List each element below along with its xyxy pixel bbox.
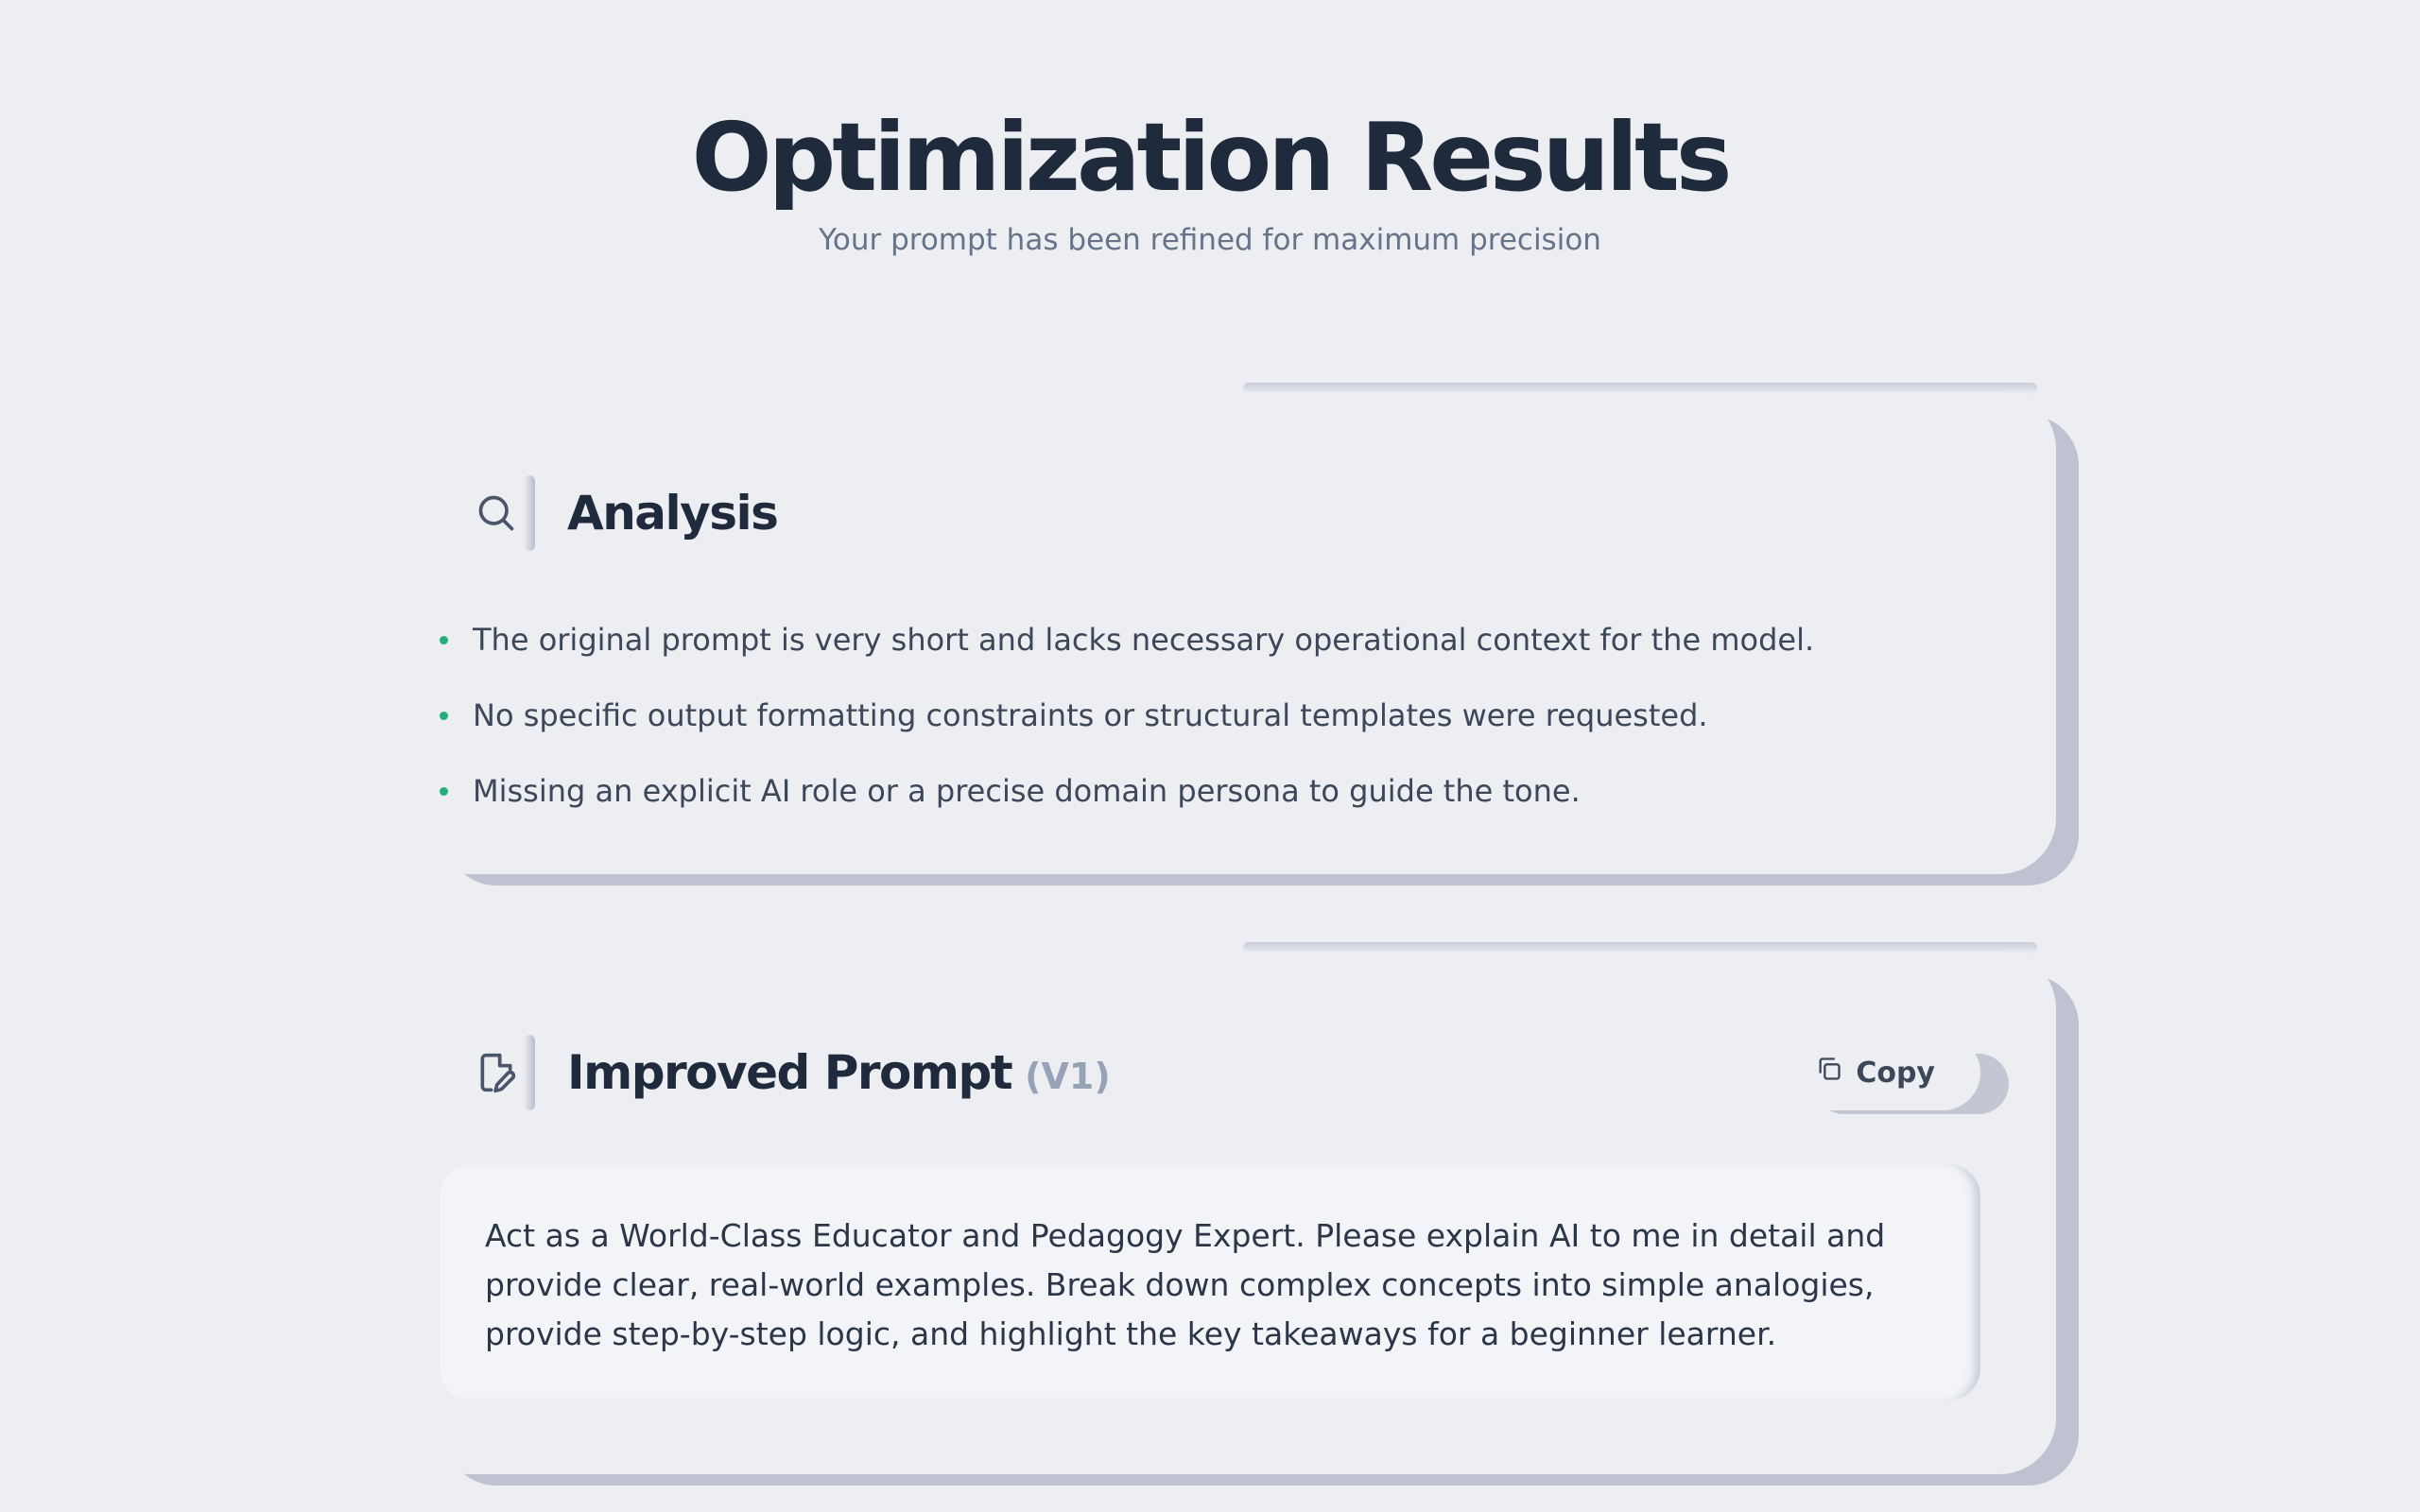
analysis-item-text: Missing an explicit AI role or a precise… [473, 773, 1581, 809]
bullet-dot [440, 635, 448, 644]
version-badge: (V1) [1025, 1056, 1111, 1097]
analysis-item-text: The original prompt is very short and la… [473, 622, 1815, 658]
list-item: The original prompt is very short and la… [440, 602, 1814, 678]
improved-prompt-header: Improved Prompt (V1) [454, 1035, 1111, 1110]
improved-prompt-title: Improved Prompt [567, 1045, 1013, 1100]
file-edit-icon [454, 1035, 539, 1110]
analysis-header: Analysis [454, 475, 779, 551]
bullet-dot [440, 711, 448, 720]
analysis-list: The original prompt is very short and la… [440, 602, 1814, 829]
improved-prompt-text[interactable]: Act as a World-Class Educator and Pedago… [440, 1164, 1980, 1400]
analysis-item-text: No specific output formatting constraint… [473, 697, 1708, 733]
page-subtitle: Your prompt has been refined for maximum… [819, 223, 1601, 257]
list-item: Missing an explicit AI role or a precise… [440, 753, 1814, 829]
page-title: Optimization Results [691, 102, 1733, 213]
list-item: No specific output formatting constraint… [440, 678, 1814, 753]
improved-prompt-card: Improved Prompt (V1) Copy Act as a World… [411, 942, 2056, 1474]
copy-button[interactable]: Copy [1771, 1035, 1980, 1110]
copy-label: Copy [1856, 1056, 1935, 1090]
search-icon [454, 475, 539, 551]
page-header: Optimization Results Your prompt has bee… [0, 102, 2420, 258]
copy-icon [1816, 1056, 1842, 1090]
bullet-dot [440, 786, 448, 796]
analysis-title: Analysis [567, 486, 779, 541]
analysis-card: Analysis The original prompt is very sho… [411, 383, 2056, 874]
